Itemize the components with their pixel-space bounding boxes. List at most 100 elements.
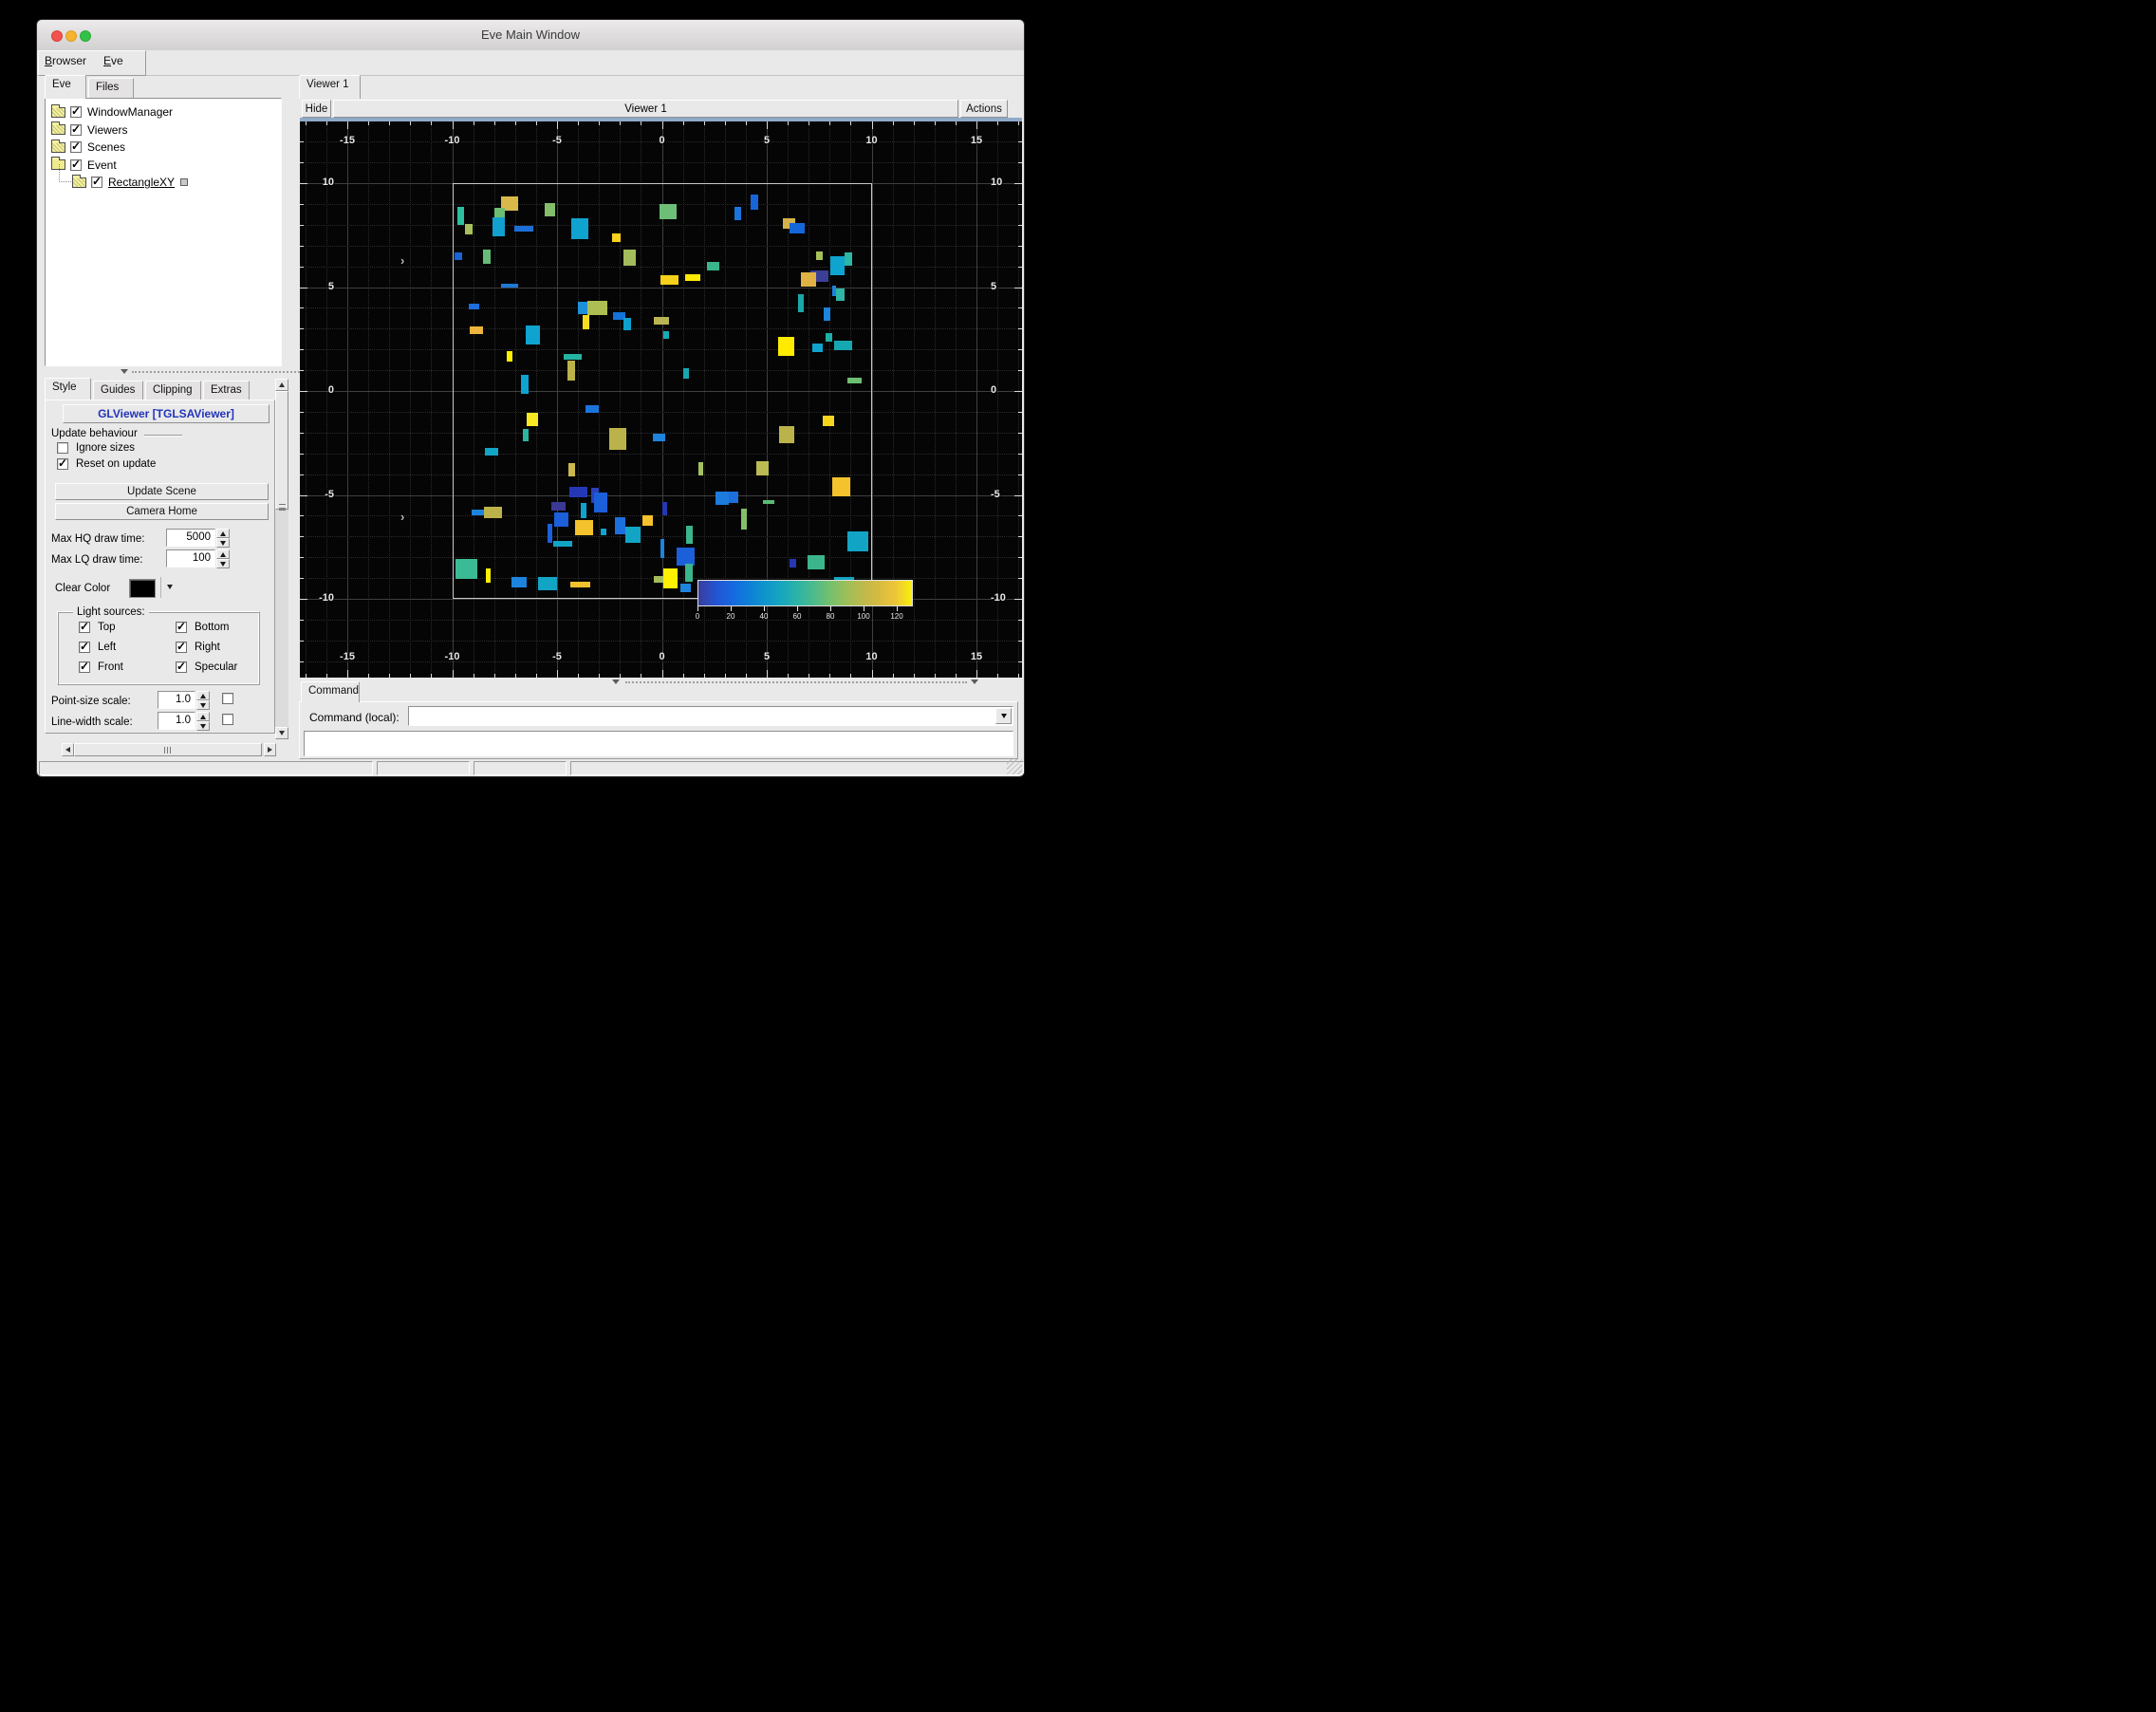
axis-tick	[724, 674, 726, 678]
scroll-left-button[interactable]	[62, 743, 74, 756]
camera-home-button[interactable]: Camera Home	[55, 503, 269, 520]
tree-item-windowmanager[interactable]: WindowManager	[51, 103, 173, 121]
horizontal-splitter[interactable]	[625, 681, 967, 683]
ignore-sizes-checkbox[interactable]	[57, 442, 68, 454]
actions-button[interactable]: Actions	[960, 100, 1008, 118]
reset-on-update-checkbox[interactable]	[57, 456, 68, 470]
scroll-up-button[interactable]	[275, 379, 288, 391]
data-rect	[716, 492, 729, 506]
chevron-down-icon[interactable]	[121, 369, 128, 374]
color-dropdown-icon[interactable]	[167, 585, 173, 589]
title-bar[interactable]: Eve Main Window	[37, 20, 1024, 51]
scale-checkbox[interactable]	[222, 693, 233, 704]
light-checkbox[interactable]	[176, 640, 187, 653]
colorbar	[697, 580, 913, 606]
tree-item-label[interactable]: RectangleXY	[108, 176, 175, 189]
reset-on-update-row[interactable]: Reset on update	[57, 456, 156, 470]
combo-dropdown-button[interactable]	[995, 708, 1012, 724]
tree-item-checkbox[interactable]	[70, 122, 82, 136]
light-checkbox[interactable]	[79, 660, 90, 673]
light-checkbox[interactable]	[176, 660, 187, 673]
max-hq-stepper[interactable]	[216, 529, 230, 548]
scale-stepper[interactable]	[196, 691, 210, 710]
spin-down-icon[interactable]	[196, 721, 210, 731]
vscroll-thumb[interactable]	[275, 391, 288, 511]
spin-down-icon[interactable]	[220, 561, 226, 567]
spin-up-icon[interactable]	[220, 551, 226, 557]
light-left[interactable]: Left	[79, 640, 116, 653]
tree-item-checkbox[interactable]	[91, 175, 102, 189]
menu-browser[interactable]: Browser	[45, 54, 86, 67]
command-combobox[interactable]	[408, 706, 1013, 726]
gridline	[955, 121, 957, 678]
hscroll-thumb[interactable]	[74, 743, 262, 756]
scale-checkbox[interactable]	[222, 714, 233, 725]
scroll-right-button[interactable]	[264, 743, 276, 756]
scale-stepper[interactable]	[196, 712, 210, 731]
tree-item-viewers[interactable]: Viewers	[51, 121, 127, 139]
scroll-down-button[interactable]	[275, 727, 288, 739]
scale-input[interactable]: 1.0	[158, 712, 195, 730]
chevron-down-icon[interactable]	[612, 679, 620, 684]
data-rect	[823, 416, 834, 426]
tree-item-scenes[interactable]: Scenes	[51, 139, 125, 156]
max-lq-stepper[interactable]	[216, 549, 230, 568]
tree-item-label[interactable]: WindowManager	[87, 105, 173, 119]
tab-guides[interactable]: Guides	[93, 381, 143, 400]
tab-style[interactable]: Style	[45, 378, 91, 400]
viewer-title-bar[interactable]: Viewer 1	[333, 100, 958, 118]
gl-viewer-canvas[interactable]: 0 20 40 60 80 100 120 -15 -15 -10 -10 -5 -5 0 0 5 5 10 10 1…	[300, 121, 1022, 678]
spin-up-icon[interactable]	[196, 691, 210, 700]
editor-hscrollbar[interactable]	[62, 743, 276, 756]
light-checkbox[interactable]	[79, 620, 90, 633]
scale-input[interactable]: 1.0	[158, 733, 195, 734]
tab-command[interactable]: Command	[301, 681, 360, 702]
scale-input[interactable]: 1.0	[158, 691, 195, 709]
menu-eve[interactable]: Eve	[103, 54, 123, 67]
spin-up-icon[interactable]	[196, 712, 210, 721]
tree-item-checkbox[interactable]	[70, 104, 82, 118]
light-bottom[interactable]: Bottom	[176, 620, 229, 633]
tree-item-rectanglexy[interactable]: RectangleXY	[59, 164, 189, 191]
light-top[interactable]: Top	[79, 620, 116, 633]
axis-tick	[892, 674, 894, 678]
chevron-right-icon[interactable]: ›	[400, 253, 404, 268]
tree-item-label[interactable]: Event	[87, 158, 117, 172]
max-lq-input[interactable]: 100	[166, 549, 215, 568]
hide-button[interactable]: Hide	[302, 100, 331, 118]
update-scene-button[interactable]: Update Scene	[55, 483, 269, 500]
tab-viewer-1[interactable]: Viewer 1	[299, 75, 361, 99]
data-rect	[763, 499, 774, 505]
spin-down-icon[interactable]	[220, 540, 226, 546]
spin-down-icon[interactable]	[196, 700, 210, 710]
light-front[interactable]: Front	[79, 660, 123, 673]
glviewer-button[interactable]: GLViewer [TGLSAViewer]	[63, 404, 270, 423]
tree-item-label[interactable]: Viewers	[87, 123, 127, 137]
tree-item-checkbox[interactable]	[70, 140, 82, 154]
selection-box[interactable]	[180, 178, 189, 187]
light-right[interactable]: Right	[176, 640, 220, 653]
scale-stepper[interactable]	[196, 733, 210, 734]
tab-files[interactable]: Files	[88, 78, 134, 99]
chevron-right-icon[interactable]: ›	[400, 510, 404, 524]
light-checkbox[interactable]	[176, 620, 187, 633]
tab-extras[interactable]: Extras	[203, 381, 250, 400]
command-input[interactable]	[409, 707, 417, 711]
tab-clipping[interactable]: Clipping	[145, 381, 201, 400]
horizontal-splitter[interactable]	[132, 371, 303, 373]
editor-vscrollbar[interactable]	[275, 379, 288, 739]
chevron-down-icon[interactable]	[971, 679, 978, 684]
light-checkbox[interactable]	[79, 640, 90, 653]
light-specular[interactable]: Specular	[176, 660, 237, 673]
max-hq-input[interactable]: 5000	[166, 529, 215, 547]
resize-grip-icon[interactable]	[1007, 759, 1022, 774]
spin-up-icon[interactable]	[220, 530, 226, 536]
spin-up-icon[interactable]	[196, 733, 210, 734]
clear-color-swatch[interactable]	[129, 579, 156, 598]
tree-item-checkbox[interactable]	[70, 158, 82, 171]
data-rect	[545, 202, 556, 216]
command-output[interactable]	[304, 731, 1013, 756]
tree-item-label[interactable]: Scenes	[87, 140, 125, 154]
ignore-sizes-row[interactable]: Ignore sizes	[57, 442, 135, 454]
tab-eve[interactable]: Eve	[45, 75, 86, 99]
